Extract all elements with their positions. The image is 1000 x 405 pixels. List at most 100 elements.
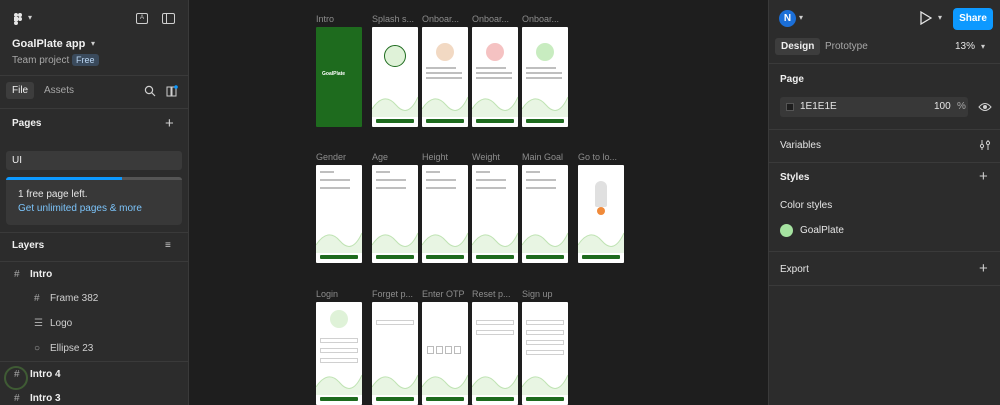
search-icon[interactable]	[144, 85, 156, 97]
panel-toggle-icon[interactable]	[162, 13, 175, 24]
upgrade-link[interactable]: Get unlimited pages & more	[18, 203, 142, 214]
frame-icon: #	[14, 393, 20, 404]
tab-assets[interactable]: Assets	[44, 85, 74, 96]
frame-label[interactable]: Onboar...	[522, 14, 572, 24]
frame-thumbnail[interactable]	[472, 165, 518, 263]
frame-label[interactable]: Forget p...	[372, 289, 422, 299]
layer-item[interactable]: # Intro	[0, 261, 188, 286]
frame-label[interactable]: Go to lo...	[578, 152, 628, 162]
layer-item[interactable]: # Intro 3	[0, 386, 188, 405]
layer-item[interactable]: # Intro 4	[0, 361, 188, 386]
layer-item[interactable]: # Frame 382	[0, 286, 188, 311]
layer-name: Intro	[30, 269, 53, 280]
frame-label[interactable]: Enter OTP	[422, 289, 472, 299]
pages-title: Pages	[12, 118, 42, 129]
free-page-text: 1 free page left.	[18, 189, 88, 200]
frame-thumbnail[interactable]: GoalPlate	[316, 27, 362, 127]
left-panel: ▾ A GoalPlate app ▾ Team project Free Fi…	[0, 0, 189, 405]
tab-file[interactable]: File	[6, 82, 35, 99]
frame-thumbnail[interactable]	[372, 165, 418, 263]
tab-design[interactable]: Design	[775, 38, 821, 55]
frame-thumbnail[interactable]	[422, 165, 468, 263]
export-label: Export	[780, 264, 809, 275]
color-style-item[interactable]: GoalPlate	[780, 222, 980, 240]
chevron-down-icon[interactable]: ▾	[28, 13, 32, 22]
ai-icon[interactable]: A	[136, 13, 148, 24]
page-color-field[interactable]: 1E1E1E 100 %	[780, 97, 968, 117]
share-button[interactable]: Share	[953, 8, 993, 30]
eye-icon[interactable]	[978, 101, 992, 113]
layer-name: Frame 382	[50, 293, 99, 304]
add-export-icon[interactable]: +	[979, 260, 988, 277]
layer-item[interactable]: ○ Ellipse 23	[0, 336, 188, 361]
color-swatch[interactable]	[786, 103, 794, 111]
chevron-down-icon[interactable]: ▾	[938, 13, 942, 22]
library-icon[interactable]	[166, 85, 178, 97]
avatar[interactable]: N	[779, 10, 796, 27]
add-style-icon[interactable]: +	[979, 168, 988, 185]
frame-label[interactable]: Onboar...	[422, 14, 472, 24]
frame-label[interactable]: Age	[372, 152, 422, 162]
page-color-hex[interactable]: 1E1E1E	[800, 101, 837, 112]
chevron-down-icon[interactable]: ▾	[981, 42, 985, 51]
frame-thumbnail[interactable]	[472, 302, 518, 405]
zoom-level[interactable]: 13%	[955, 41, 975, 52]
goalplate-badge	[384, 45, 406, 67]
goalplate-logo: GoalPlate	[322, 71, 346, 77]
styles-title: Styles	[780, 172, 810, 183]
team-label: Team project	[12, 55, 70, 66]
percent-sign: %	[957, 101, 966, 112]
avatar-watermark	[4, 366, 28, 390]
frame-thumbnail[interactable]	[372, 27, 418, 127]
page-name: UI	[12, 155, 22, 166]
frame-thumbnail[interactable]	[316, 165, 362, 263]
frame-label[interactable]: Reset p...	[472, 289, 522, 299]
color-style-name: GoalPlate	[800, 225, 844, 236]
frame-label[interactable]: Login	[316, 289, 366, 299]
variables-icon[interactable]	[979, 139, 991, 151]
chevron-down-icon[interactable]: ▾	[91, 39, 95, 48]
design-tabs: Design Prototype 13% ▾	[769, 38, 1000, 58]
design-canvas[interactable]: Intro GoalPlate Splash s... Onboar... Onboar…	[189, 0, 768, 405]
usage-progress-bar	[6, 177, 182, 180]
color-style-swatch	[780, 224, 793, 237]
chevron-down-icon[interactable]: ▾	[799, 13, 803, 22]
plan-badge[interactable]: Free	[72, 54, 99, 66]
file-assets-tabs: File Assets	[0, 82, 188, 102]
page-item-ui[interactable]: UI	[6, 151, 182, 170]
layers-list: # Intro # Frame 382 ☰ Logo ○ Ellipse 23 # Intro 4…	[0, 261, 188, 405]
color-styles-label: Color styles	[780, 200, 833, 211]
frame-thumbnail[interactable]	[422, 27, 468, 127]
layer-item[interactable]: ☰ Logo	[0, 311, 188, 336]
right-panel: N ▾ ▾ Share Design Prototype 13% ▾ Page …	[768, 0, 1000, 405]
frame-thumbnail[interactable]	[472, 27, 518, 127]
layer-name: Ellipse 23	[50, 343, 94, 354]
frame-label[interactable]: Onboar...	[472, 14, 522, 24]
layers-title: Layers	[12, 240, 45, 251]
frame-label[interactable]: Main Goal	[522, 152, 572, 162]
top-toolbar: ▾ A	[0, 10, 188, 30]
frame-label[interactable]: Height	[422, 152, 472, 162]
present-icon[interactable]	[919, 10, 933, 26]
page-opacity[interactable]: 100	[934, 101, 951, 112]
tab-prototype[interactable]: Prototype	[825, 41, 868, 52]
frame-label[interactable]: Splash s...	[372, 14, 422, 24]
frame-label[interactable]: Intro	[316, 14, 366, 24]
frame-thumbnail[interactable]	[522, 27, 568, 127]
add-page-icon[interactable]: +	[165, 115, 174, 132]
frame-thumbnail[interactable]	[372, 302, 418, 405]
collapse-layers-icon[interactable]: ≡	[165, 240, 171, 251]
project-name[interactable]: GoalPlate app	[12, 38, 85, 50]
frame-thumbnail[interactable]	[522, 165, 568, 263]
frame-thumbnail[interactable]	[422, 302, 468, 405]
frame-thumbnail[interactable]	[316, 302, 362, 405]
right-toolbar: N ▾ ▾ Share	[769, 8, 1000, 30]
frame-label[interactable]: Weight	[472, 152, 522, 162]
frame-label[interactable]: Sign up	[522, 289, 572, 299]
frame-thumbnail[interactable]	[578, 165, 624, 263]
figma-menu-icon[interactable]	[12, 12, 28, 26]
variables-label[interactable]: Variables	[780, 140, 821, 151]
frame-thumbnail[interactable]	[522, 302, 568, 405]
frame-icon: #	[14, 269, 20, 280]
frame-label[interactable]: Gender	[316, 152, 366, 162]
